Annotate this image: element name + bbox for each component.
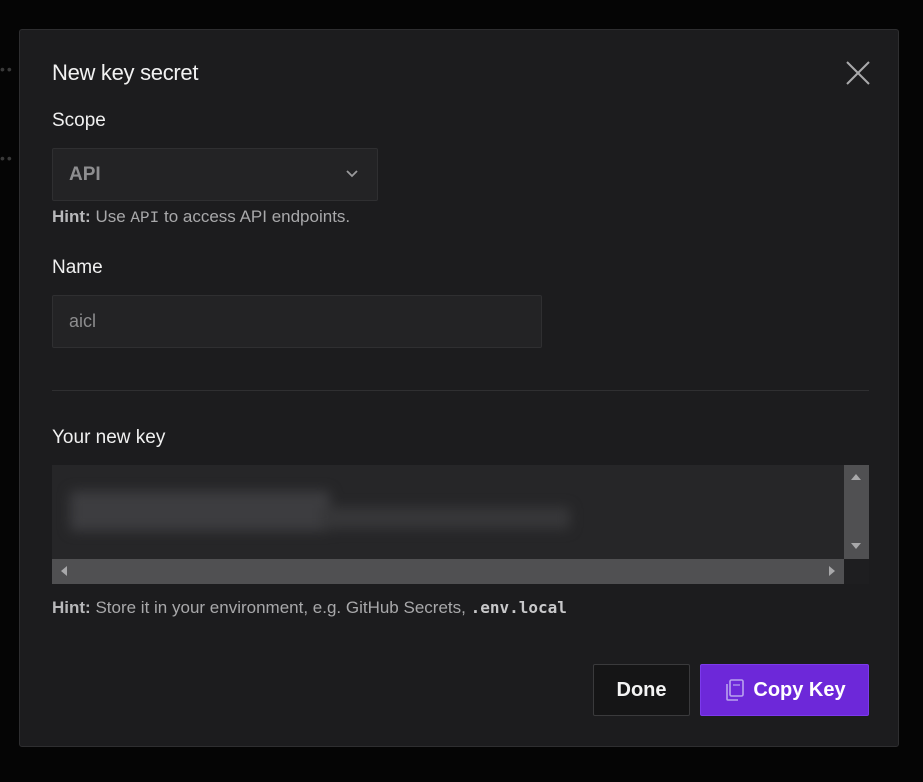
backdrop-menu-dots: •• [0, 61, 14, 77]
scope-hint: Hint: Use API to access API endpoints. [52, 207, 350, 227]
obscured-key-value[interactable] [70, 485, 570, 541]
copy-key-button[interactable]: Copy Key [700, 664, 869, 716]
copy-icon [726, 679, 745, 701]
scope-hint-code: API [130, 209, 160, 227]
scrollbar-corner [844, 559, 869, 584]
scroll-left-arrow-icon[interactable] [61, 566, 67, 576]
dialog-title: New key secret [52, 60, 199, 85]
scope-hint-prefix: Hint: [52, 207, 91, 226]
scope-select[interactable]: API [52, 148, 378, 201]
key-hint-prefix: Hint: [52, 598, 91, 617]
done-button-label: Done [616, 678, 667, 701]
name-input[interactable] [52, 295, 542, 348]
scope-selected-value: API [69, 164, 101, 185]
scope-hint-text-1: Use [95, 207, 126, 226]
close-icon [846, 61, 870, 85]
new-key-textarea[interactable] [52, 465, 869, 584]
key-hint-text: Store it in your environment, e.g. GitHu… [95, 598, 466, 617]
scroll-right-arrow-icon[interactable] [829, 566, 835, 576]
close-button[interactable] [842, 57, 874, 89]
scroll-down-arrow-icon[interactable] [851, 543, 861, 549]
key-hint: Hint: Store it in your environment, e.g.… [52, 598, 567, 618]
chevron-down-icon [346, 170, 358, 178]
new-key-label: Your new key [52, 427, 166, 448]
copy-key-button-label: Copy Key [753, 678, 846, 701]
vertical-scrollbar[interactable] [844, 465, 869, 559]
scroll-up-arrow-icon[interactable] [851, 474, 861, 480]
scope-label: Scope [52, 110, 106, 131]
key-hint-code: .env.local [470, 598, 567, 617]
horizontal-scrollbar[interactable] [52, 559, 844, 584]
section-divider [52, 390, 869, 391]
name-label: Name [52, 257, 103, 278]
backdrop-menu-dots: •• [0, 150, 14, 166]
done-button[interactable]: Done [593, 664, 690, 716]
new-key-dialog: New key secret Scope API Hint: Use API t… [19, 29, 899, 747]
scope-hint-text-2: to access API endpoints. [163, 207, 351, 226]
